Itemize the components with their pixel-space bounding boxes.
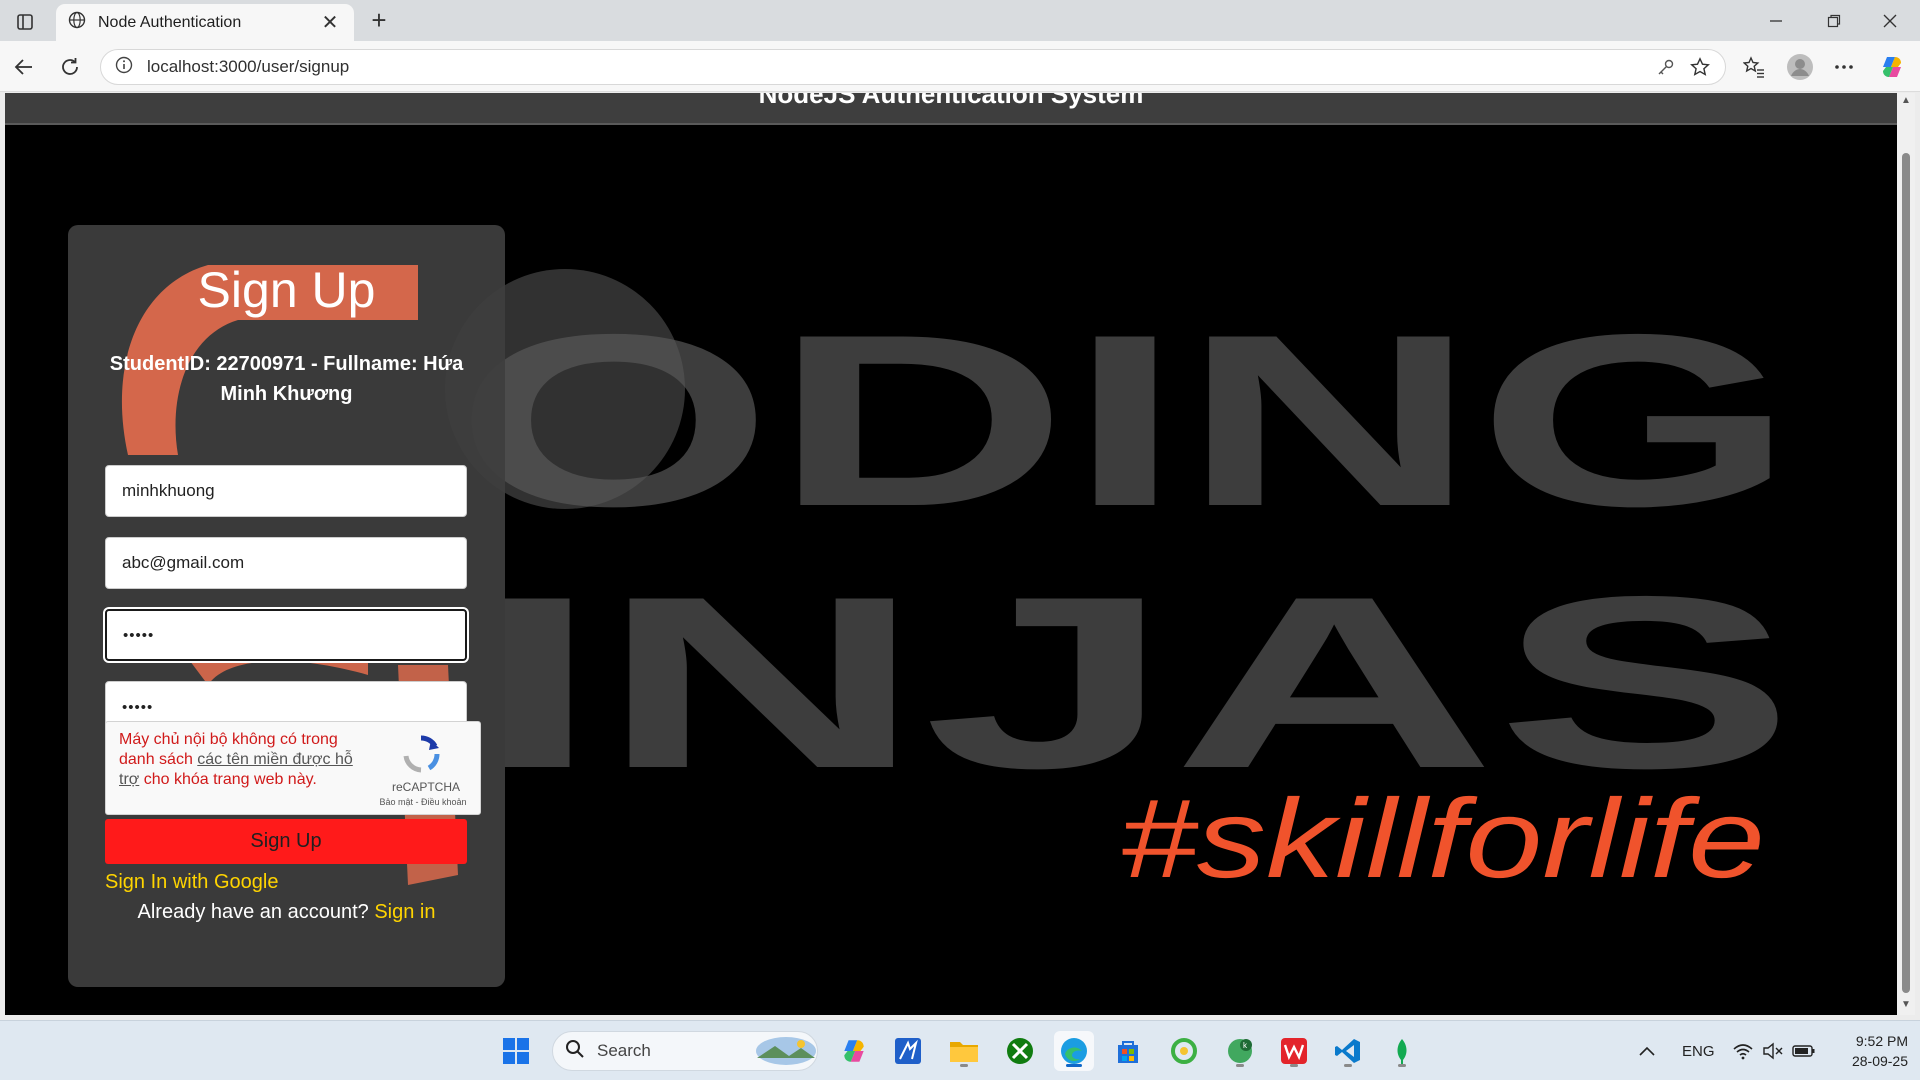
running-indicator (1290, 1064, 1298, 1067)
more-menu-icon[interactable] (1828, 51, 1860, 83)
tab-close-icon[interactable]: ✕ (318, 10, 342, 35)
wifi-icon[interactable] (1732, 1021, 1754, 1080)
clock-time: 9:52 PM (1855, 1033, 1908, 1049)
kaspersky-icon[interactable]: k (1220, 1031, 1260, 1071)
password-mask: ••••• (123, 626, 155, 644)
scrollbar-thumb[interactable] (1902, 153, 1910, 993)
running-indicator (1236, 1064, 1244, 1067)
site-info-icon[interactable] (115, 56, 133, 79)
password-input[interactable]: ••••• (105, 609, 467, 661)
recaptcha-widget[interactable]: Máy chủ nội bộ không có trong danh sách … (105, 721, 481, 815)
have-account-text: Already have an account? (137, 901, 369, 923)
key-icon[interactable] (1649, 50, 1683, 84)
browser-tab-active[interactable]: Node Authentication ✕ (56, 4, 354, 41)
minimize-icon[interactable] (1748, 0, 1804, 41)
green-app-icon[interactable] (1164, 1031, 1204, 1071)
back-arrow-icon[interactable] (8, 51, 40, 83)
file-explorer-icon[interactable] (944, 1031, 984, 1071)
mongodb-icon[interactable] (1382, 1031, 1422, 1071)
system-clock[interactable]: 9:52 PM 28-09-25 (1818, 1031, 1908, 1071)
page-scrollbar[interactable]: ▲ ▼ (1897, 93, 1915, 1015)
battery-icon[interactable] (1792, 1021, 1816, 1080)
show-hidden-icons-icon[interactable] (1638, 1021, 1656, 1080)
confirm-password-mask: ••••• (122, 698, 154, 716)
browser-toolbar: localhost:3000/user/signup (0, 41, 1920, 92)
favorite-star-icon[interactable] (1683, 50, 1717, 84)
restore-icon[interactable] (1806, 0, 1862, 41)
edge-browser-icon[interactable] (1054, 1031, 1094, 1071)
volume-muted-icon[interactable] (1762, 1021, 1784, 1080)
taskbar: Search k ENG 9:52 PM 28-09-25 (0, 1020, 1920, 1080)
running-indicator (960, 1064, 968, 1067)
vscode-icon[interactable] (1328, 1031, 1368, 1071)
scroll-up-icon[interactable]: ▲ (1900, 95, 1912, 106)
recaptcha-brand: reCAPTCHA (391, 780, 460, 794)
running-indicator (1344, 1064, 1352, 1067)
tab-actions-icon[interactable] (8, 7, 42, 37)
copilot-taskbar-icon[interactable] (834, 1031, 874, 1071)
search-icon (565, 1039, 585, 1064)
running-indicator (1398, 1064, 1406, 1067)
signup-heading: Sign Up (197, 262, 376, 318)
wps-office-icon[interactable] (1274, 1031, 1314, 1071)
copilot-icon[interactable] (1876, 51, 1908, 83)
globe-icon (68, 11, 86, 34)
signup-submit-button[interactable]: Sign Up (105, 819, 467, 864)
signup-card: Sign Up StudentID: 22700971 - Fullname: … (68, 225, 505, 987)
profile-avatar-icon[interactable] (1784, 51, 1816, 83)
hero-background: ODING INJAS #skillforlife Sign Up Studen… (5, 127, 1897, 1015)
signin-prompt: Already have an account? Sign in (68, 901, 505, 924)
student-info: StudentID: 22700971 - Fullname: Hứa Minh… (109, 353, 464, 405)
clock-date: 28-09-25 (1851, 1053, 1908, 1069)
xbox-icon[interactable] (1000, 1031, 1040, 1071)
search-highlight-icon (756, 1037, 816, 1065)
language-indicator[interactable]: ENG (1682, 1021, 1715, 1080)
name-input[interactable]: minhkhuong (105, 465, 467, 517)
browser-tab-strip: Node Authentication ✕ + (0, 0, 1920, 41)
recaptcha-terms-link[interactable]: Bảo mật - Điều khoản (368, 797, 478, 807)
address-bar[interactable]: localhost:3000/user/signup (100, 49, 1726, 85)
new-tab-button[interactable]: + (364, 6, 394, 36)
windows-start-icon[interactable] (496, 1031, 536, 1071)
ms-store-icon[interactable] (1108, 1031, 1148, 1071)
tab-title: Node Authentication (98, 13, 242, 31)
refresh-icon[interactable] (54, 51, 86, 83)
page-viewport: NodeJS Authentication System ODING INJAS… (5, 93, 1897, 1015)
taskbar-search[interactable]: Search (552, 1031, 818, 1071)
app-title: NodeJS Authentication System (758, 93, 1144, 109)
recaptcha-logo-icon (403, 735, 440, 773)
signin-link[interactable]: Sign in (374, 901, 435, 923)
search-label: Search (597, 1041, 651, 1060)
favorites-icon[interactable] (1738, 51, 1770, 83)
url-text[interactable]: localhost:3000/user/signup (147, 57, 1649, 77)
email-input[interactable]: abc@gmail.com (105, 537, 467, 589)
hero-tagline: #skillforlife (1120, 776, 1765, 901)
scroll-down-icon[interactable]: ▼ (1900, 999, 1912, 1010)
recaptcha-error-message: Máy chủ nội bộ không có trong danh sách … (119, 731, 353, 788)
google-signin-link[interactable]: Sign In with Google (105, 871, 278, 894)
ms-editor-icon[interactable] (888, 1031, 928, 1071)
app-header: NodeJS Authentication System (5, 93, 1897, 125)
active-indicator (1066, 1064, 1082, 1067)
close-window-icon[interactable] (1862, 0, 1918, 41)
